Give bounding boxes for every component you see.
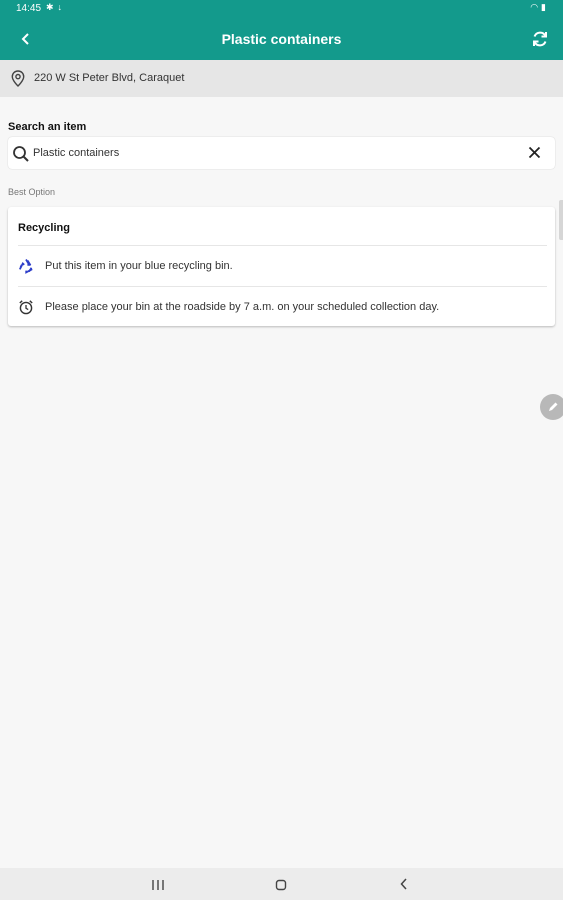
search-icon	[13, 146, 29, 162]
location-pin-icon	[11, 70, 25, 87]
system-nav-bar	[0, 868, 563, 900]
address-text: 220 W St Peter Blvd, Caraquet	[34, 72, 185, 84]
home-button[interactable]	[275, 878, 287, 896]
status-bar: 14:45 ✱↓ ◠▮	[0, 0, 563, 18]
battery-icon: ▮	[541, 2, 549, 12]
list-item-text: Please place your bin at the roadside by…	[45, 301, 440, 313]
alarm-clock-icon	[18, 299, 34, 315]
recycle-icon	[18, 258, 34, 274]
system-icons: ◠▮	[530, 2, 549, 13]
result-title: Recycling	[18, 222, 70, 234]
app-bar: Plastic containers	[0, 18, 563, 60]
refresh-icon	[533, 31, 547, 47]
refresh-button[interactable]	[527, 26, 553, 52]
recents-button[interactable]	[151, 878, 165, 896]
search-box	[8, 137, 555, 169]
list-item-text: Put this item in your blue recycling bin…	[45, 260, 233, 272]
list-item: Put this item in your blue recycling bin…	[18, 246, 545, 286]
recents-icon	[152, 880, 164, 890]
notification-mic-icon: ↓	[57, 2, 67, 12]
wifi-icon: ◠	[530, 2, 542, 12]
notification-icons: ✱↓	[46, 2, 66, 13]
notification-flower-icon: ✱	[46, 2, 58, 12]
nav-back-button[interactable]	[399, 877, 409, 896]
list-item: Please place your bin at the roadside by…	[18, 287, 545, 327]
best-option-label: Best Option	[8, 187, 56, 197]
edge-panel-button[interactable]	[540, 394, 563, 420]
clear-search-button[interactable]	[528, 146, 541, 164]
scroll-handle[interactable]	[559, 200, 563, 240]
search-input[interactable]	[33, 144, 513, 162]
home-icon	[275, 879, 287, 891]
page-title: Plastic containers	[221, 31, 342, 47]
result-card: Recycling Put this item in your blue rec…	[8, 207, 555, 326]
close-icon	[528, 146, 541, 159]
chevron-left-icon	[400, 878, 407, 890]
search-label: Search an item	[8, 121, 87, 133]
pencil-icon	[549, 402, 558, 411]
status-time: 14:45	[16, 3, 42, 14]
location-bar[interactable]: 220 W St Peter Blvd, Caraquet	[0, 60, 563, 97]
